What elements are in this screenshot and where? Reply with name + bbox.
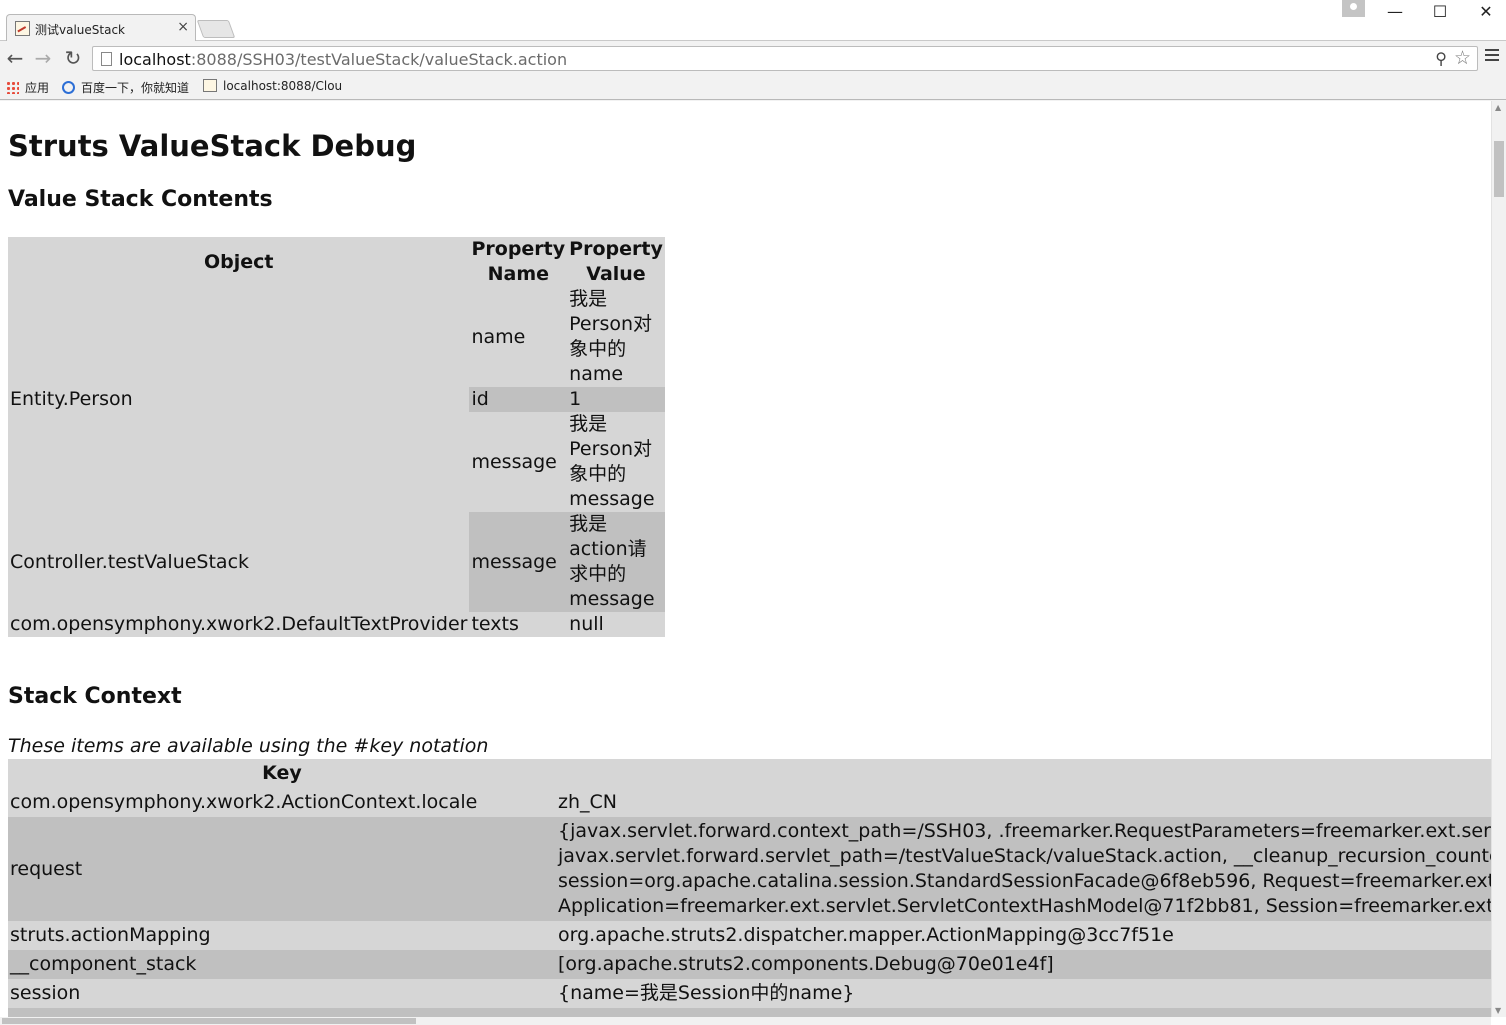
header-value <box>556 759 1491 788</box>
maximize-button[interactable]: ☐ <box>1425 2 1455 22</box>
table-row: request {javax.servlet.forward.context_p… <box>8 817 1491 921</box>
vertical-scroll-thumb[interactable] <box>1494 141 1504 197</box>
context-key-cell: request <box>8 817 556 921</box>
tab-strip: 测试valueStack × — ☐ ✕ <box>0 0 1506 42</box>
context-key-cell <box>8 1008 556 1017</box>
property-value-cell: null <box>567 612 665 637</box>
back-icon[interactable]: ← <box>4 47 26 69</box>
value-stack-heading: Value Stack Contents <box>8 187 273 212</box>
page-title: Struts ValueStack Debug <box>8 129 417 163</box>
property-value-cell: 1 <box>567 387 665 412</box>
horizontal-scroll-thumb[interactable] <box>2 1018 416 1024</box>
property-value-cell: 我是 action请 求中的 message <box>567 512 665 612</box>
url-text[interactable]: localhost:8088/SSH03/testValueStack/valu… <box>119 50 567 69</box>
menu-icon[interactable] <box>1485 49 1499 63</box>
profile-icon[interactable] <box>1342 0 1365 17</box>
context-key-cell: com.opensymphony.xwork2.ActionContext.lo… <box>8 788 556 817</box>
context-value-cell <box>556 1008 1491 1017</box>
header-key: Key <box>8 759 556 788</box>
page-icon <box>101 52 112 66</box>
header-object: Object <box>8 237 470 287</box>
table-header-row: Key <box>8 759 1491 788</box>
apps-grid-icon <box>6 81 19 94</box>
context-value-cell: [org.apache.struts2.components.Debug@70e… <box>556 950 1491 979</box>
property-name-cell: name <box>469 287 568 387</box>
baidu-paw-icon <box>62 81 75 94</box>
header-property-value: Property Value <box>567 237 665 287</box>
reload-icon[interactable]: ↻ <box>62 47 84 69</box>
minimize-button[interactable]: — <box>1380 2 1410 22</box>
bookmark-apps[interactable]: 应用 <box>6 79 49 96</box>
zoom-icon[interactable]: ⚲ <box>1435 49 1447 68</box>
browser-chrome: 测试valueStack × — ☐ ✕ ← → ↻ localhost:808… <box>0 0 1506 101</box>
table-row <box>8 1008 1491 1017</box>
context-value-cell: zh_CN <box>556 788 1491 817</box>
table-row: Controller.testValueStack message 我是 acti… <box>8 512 665 612</box>
page-favicon-icon <box>203 79 217 92</box>
context-key-cell: __component_stack <box>8 950 556 979</box>
bookmark-localhost[interactable]: localhost:8088/Clou <box>203 79 342 93</box>
table-row: struts.actionMapping org.apache.struts2.… <box>8 921 1491 950</box>
table-header-row: Object Property Name Property Value <box>8 237 665 287</box>
bookmark-baidu[interactable]: 百度一下，你就知道 <box>62 79 189 96</box>
value-stack-table: Object Property Name Property Value Entity… <box>8 237 665 637</box>
property-value-cell: 我是 Person对 象中的 name <box>567 287 665 387</box>
object-cell: Controller.testValueStack <box>8 512 470 612</box>
property-name-cell: id <box>469 387 568 412</box>
table-row: session {name=我是Session中的name} <box>8 979 1491 1008</box>
table-row: com.opensymphony.xwork2.ActionContext.lo… <box>8 788 1491 817</box>
stack-context-heading: Stack Context <box>8 684 182 709</box>
table-row: com.opensymphony.xwork2.DefaultTextProvi… <box>8 612 665 637</box>
scroll-up-icon[interactable]: ▲ <box>1495 103 1501 112</box>
context-key-cell: session <box>8 979 556 1008</box>
star-icon[interactable]: ☆ <box>1454 47 1471 69</box>
context-key-cell: struts.actionMapping <box>8 921 556 950</box>
stack-context-note: These items are available using the #key… <box>8 735 489 757</box>
stack-context-table: Key com.opensymphony.xwork2.ActionContex… <box>8 759 1491 1017</box>
close-window-button[interactable]: ✕ <box>1471 2 1501 22</box>
table-row: Entity.Person name 我是 Person对 象中的 name <box>8 287 665 512</box>
browser-tab[interactable]: 测试valueStack × <box>6 14 196 42</box>
context-value-cell: {name=我是Session中的name} <box>556 979 1491 1008</box>
scroll-down-icon[interactable]: ▼ <box>1495 1006 1501 1015</box>
context-value-cell: {javax.servlet.forward.context_path=/SSH… <box>556 817 1491 921</box>
property-name-cell: texts <box>469 612 568 637</box>
property-name-cell: message <box>469 512 568 612</box>
vertical-scrollbar[interactable]: ▲ ▼ <box>1491 101 1506 1017</box>
new-tab-button[interactable] <box>196 20 236 38</box>
object-cell: com.opensymphony.xwork2.DefaultTextProvi… <box>8 612 470 637</box>
browser-toolbar: ← → ↻ localhost:8088/SSH03/testValueStac… <box>0 41 1506 75</box>
bookmarks-bar: 应用 百度一下，你就知道 localhost:8088/Clou <box>0 75 1506 100</box>
page-viewport: Struts ValueStack Debug Value Stack Cont… <box>0 101 1491 1017</box>
property-value-cell: 我是 Person对 象中的 message <box>567 412 665 512</box>
table-row: __component_stack [org.apache.struts2.co… <box>8 950 1491 979</box>
tab-close-icon[interactable]: × <box>177 19 189 35</box>
tab-title: 测试valueStack <box>35 23 126 37</box>
property-name-cell: message <box>469 412 568 512</box>
header-property-name: Property Name <box>469 237 568 287</box>
horizontal-scrollbar[interactable] <box>0 1017 1491 1025</box>
address-bar[interactable]: localhost:8088/SSH03/testValueStack/valu… <box>92 46 1478 71</box>
page-favicon-icon <box>15 21 30 36</box>
forward-icon[interactable]: → <box>32 47 54 69</box>
context-value-cell: org.apache.struts2.dispatcher.mapper.Act… <box>556 921 1491 950</box>
object-cell: Entity.Person <box>8 287 470 512</box>
